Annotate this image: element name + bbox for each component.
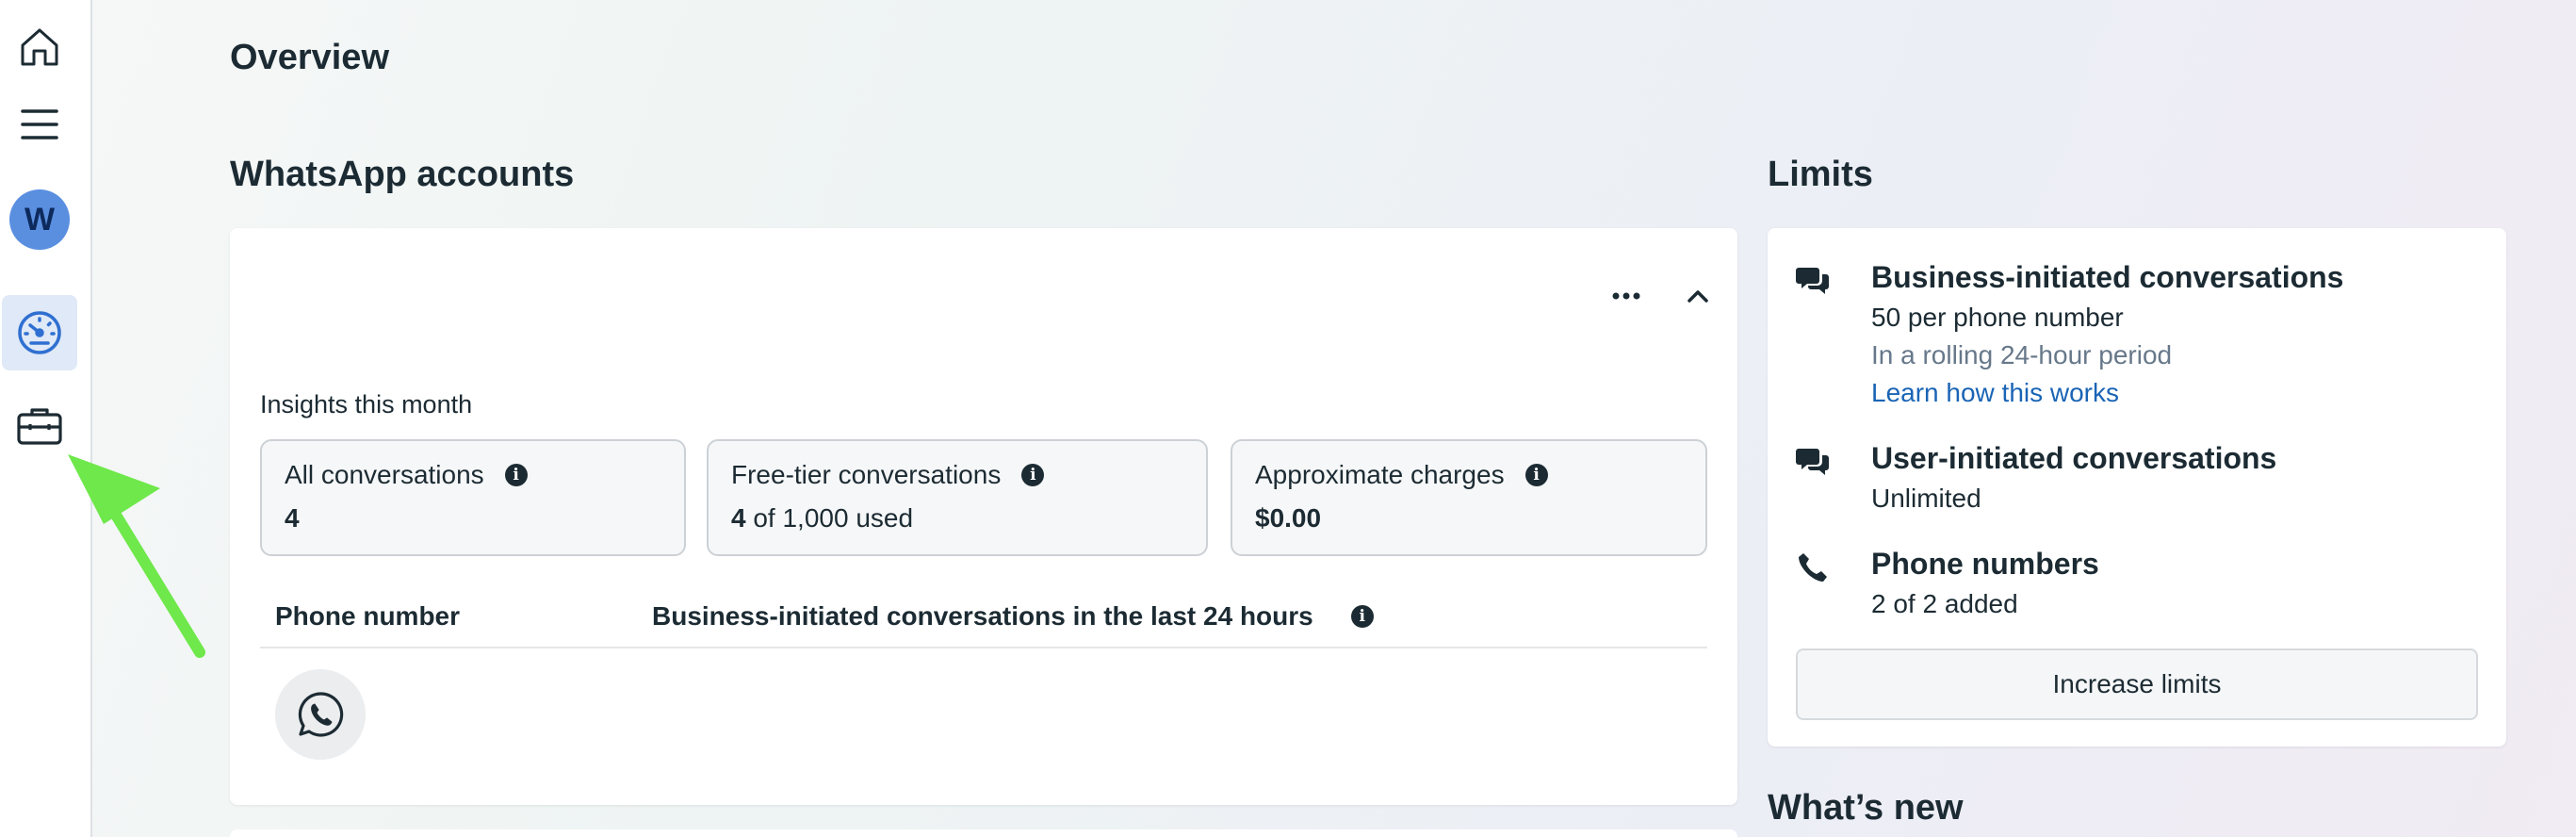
column-label: Business-initiated conversations in the … (652, 601, 1313, 631)
limits-card: Business-initiated conversations 50 per … (1768, 228, 2506, 747)
whatsapp-icon (298, 692, 344, 737)
more-options-button[interactable] (1607, 277, 1645, 315)
next-card-edge (230, 829, 1737, 837)
phone-row-avatar (275, 669, 366, 760)
collapse-button[interactable] (1679, 277, 1717, 315)
limit-value: Unlimited (1871, 484, 1981, 513)
insights-label: Insights this month (260, 390, 473, 418)
stat-value: 4 (731, 503, 746, 533)
learn-how-link[interactable]: Learn how this works (1871, 378, 2474, 408)
home-icon (21, 28, 58, 66)
info-icon[interactable]: i (1350, 605, 1374, 628)
account-avatar-button[interactable]: W (2, 182, 77, 257)
stat-value-rest: of 1,000 used (745, 503, 914, 533)
menu-icon (21, 109, 58, 140)
info-icon[interactable]: i (1021, 464, 1045, 486)
stat-all-conversations: All conversations i 4 (260, 439, 686, 556)
annotation-arrow-icon (68, 454, 205, 658)
menu-button[interactable] (2, 87, 77, 162)
dashboard-button[interactable] (2, 295, 77, 370)
column-label: Phone number (275, 601, 461, 631)
stat-approximate-charges: Approximate charges i $0.00 (1231, 439, 1707, 556)
chat-bubbles-icon (1796, 268, 1829, 294)
chat-bubbles-icon (1796, 449, 1829, 475)
limit-title: Phone numbers (1871, 547, 2099, 581)
chevron-up-icon (1687, 290, 1708, 303)
info-icon[interactable]: i (1524, 464, 1548, 486)
stat-value: 4 (285, 503, 300, 533)
limit-value: 2 of 2 added (1871, 589, 2018, 618)
limits-heading: Limits (1768, 155, 1873, 194)
more-dots-icon (1612, 292, 1640, 300)
stat-value: $0.00 (1255, 503, 1322, 533)
left-sidebar: W (0, 0, 92, 837)
column-business-initiated: Business-initiated conversations in the … (652, 601, 1374, 632)
whatsapp-accounts-heading: WhatsApp accounts (230, 155, 575, 194)
limit-title: Business-initiated conversations (1871, 260, 2344, 294)
phone-icon (1799, 553, 1827, 582)
avatar: W (9, 189, 70, 250)
dashboard-icon (18, 311, 61, 354)
increase-limits-button[interactable]: Increase limits (1796, 648, 2478, 720)
page-title: Overview (230, 38, 389, 77)
stat-free-tier-conversations: Free-tier conversations i 4 of 1,000 use… (707, 439, 1208, 556)
card-actions (1607, 277, 1717, 315)
limit-value: 50 per phone number (1871, 303, 2124, 332)
stat-label: Approximate charges (1255, 460, 1505, 489)
column-phone-number: Phone number (275, 601, 460, 632)
info-icon[interactable]: i (504, 464, 528, 486)
whatsapp-account-card: Insights this month All conversations i … (230, 228, 1737, 805)
stat-label: Free-tier conversations (731, 460, 1002, 489)
limit-note: In a rolling 24-hour period (1871, 340, 2173, 369)
whats-new-heading: What’s new (1768, 788, 1964, 828)
phone-table-header: Phone number Business-initiated conversa… (260, 594, 1707, 648)
stat-label: All conversations (285, 460, 484, 489)
limit-title: User-initiated conversations (1871, 441, 2277, 475)
home-button[interactable] (2, 9, 77, 85)
